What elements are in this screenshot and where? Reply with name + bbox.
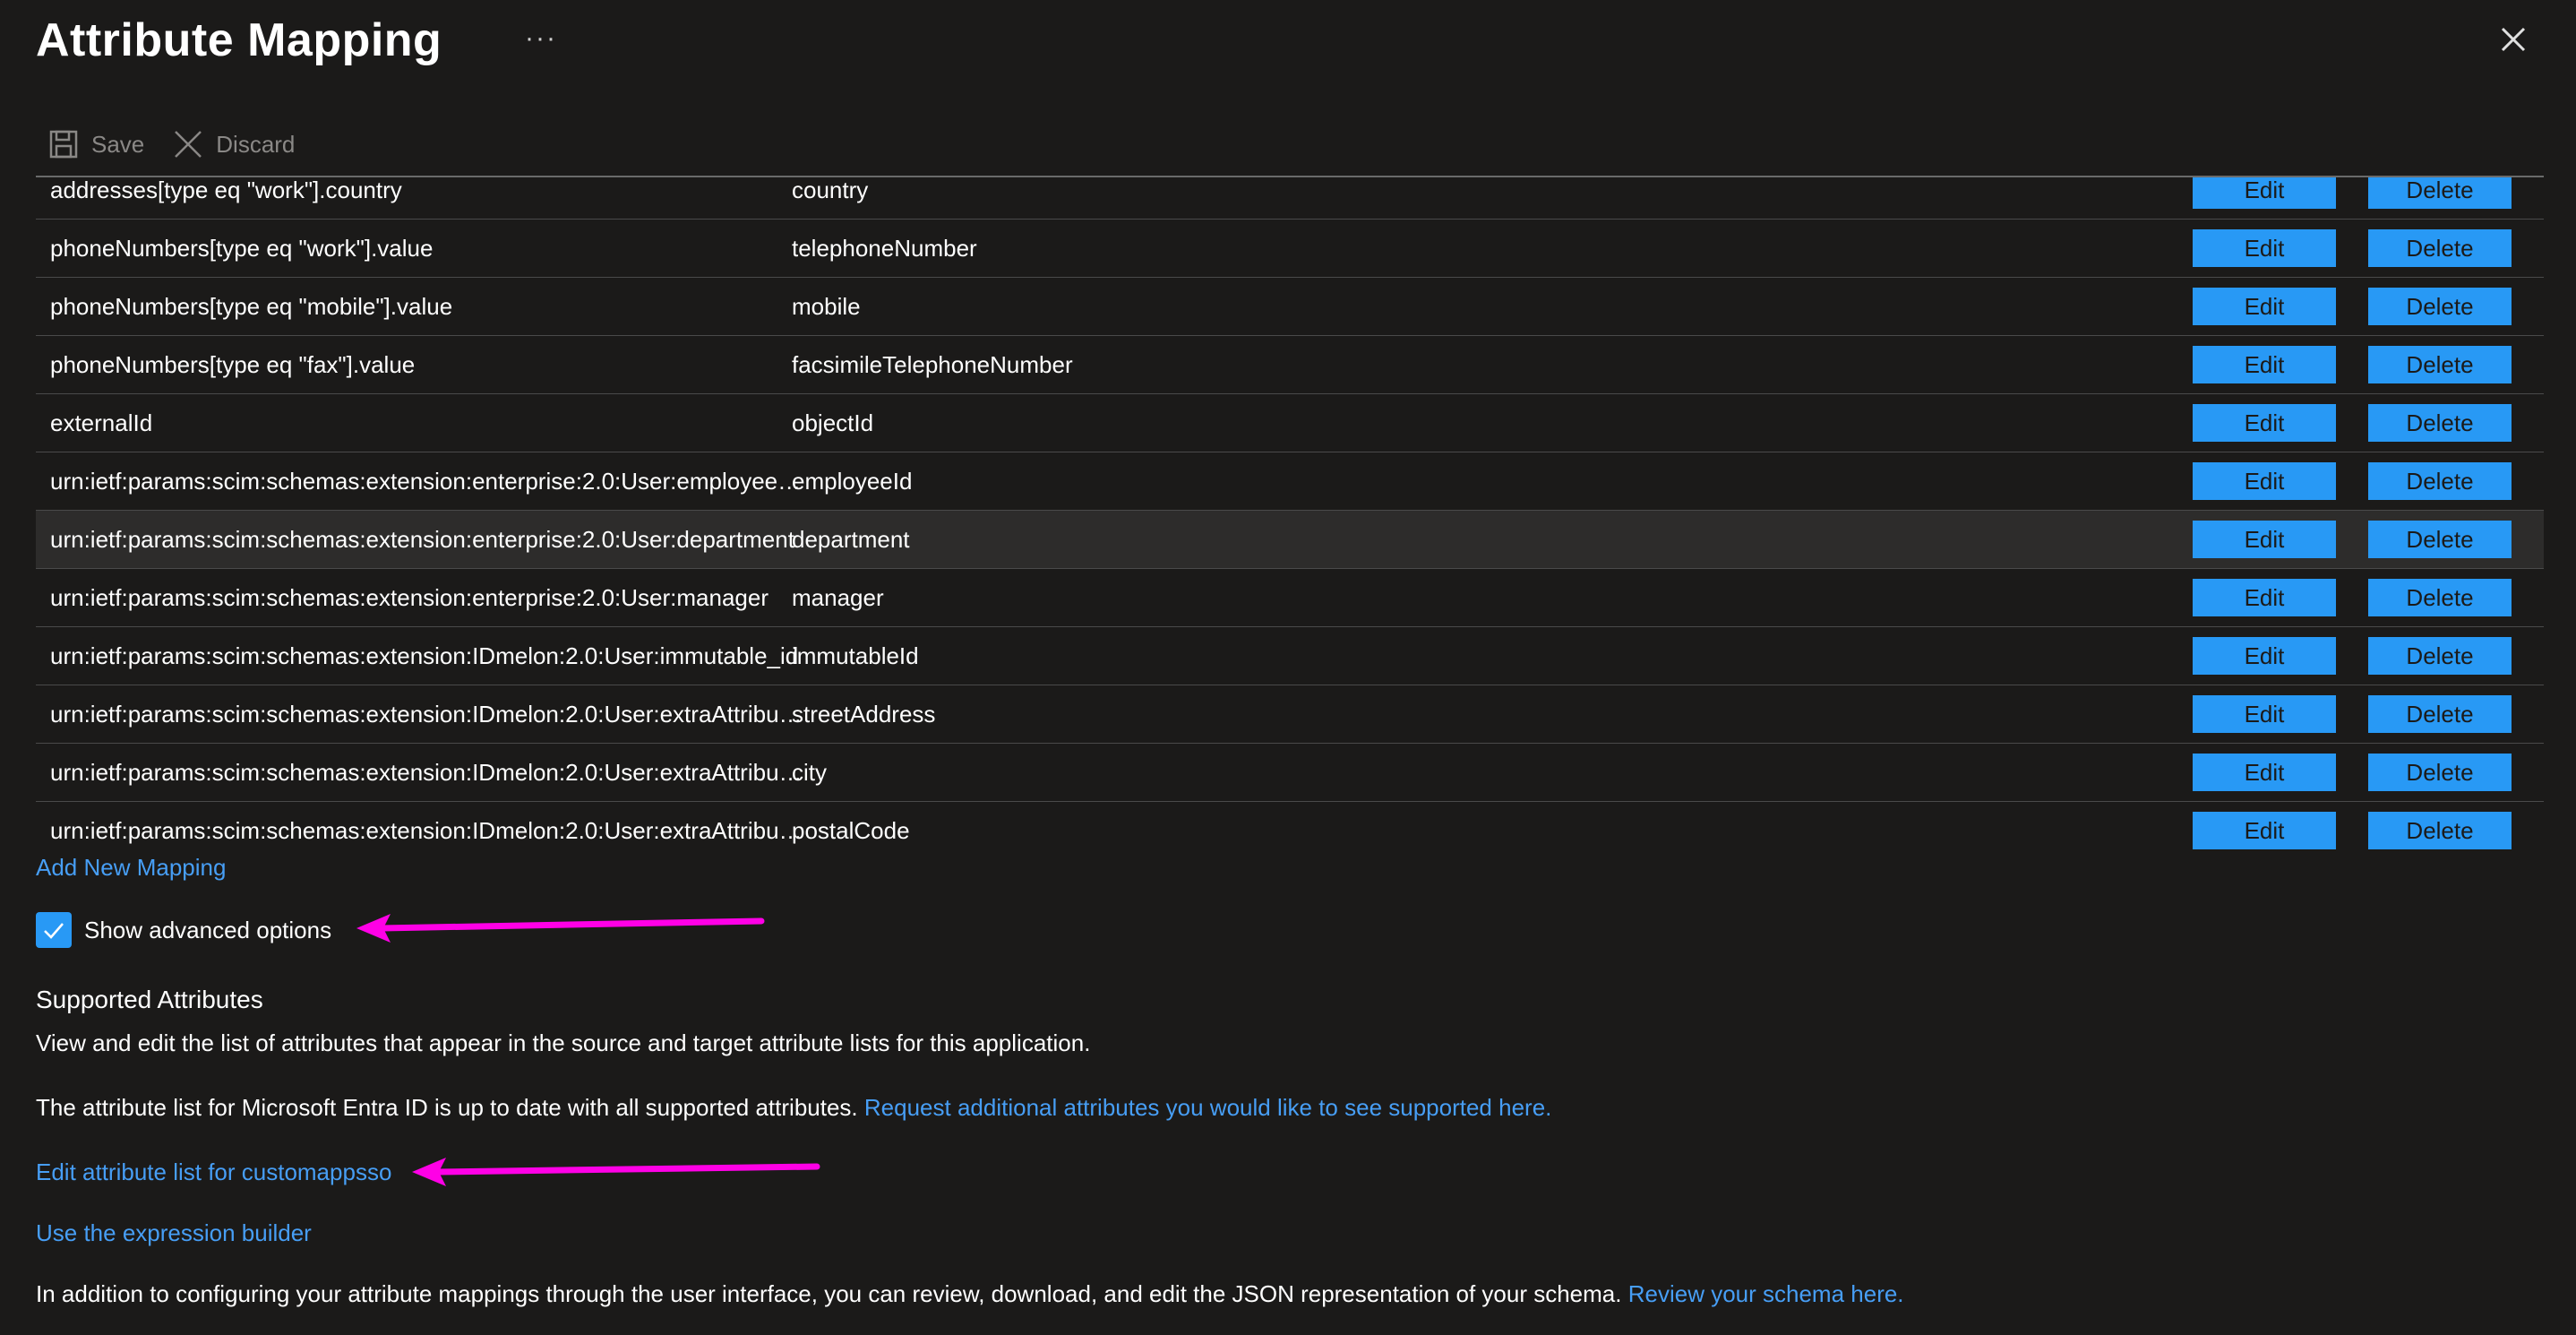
source-attribute: urn:ietf:params:scim:schemas:extension:I…	[50, 759, 803, 786]
table-row: urn:ietf:params:scim:schemas:extension:e…	[36, 511, 2544, 569]
delete-button[interactable]: Delete	[2368, 229, 2512, 267]
delete-button[interactable]: Delete	[2368, 754, 2512, 791]
page-title: Attribute Mapping	[36, 14, 442, 66]
annotation-arrow-icon	[412, 1158, 820, 1186]
edit-button[interactable]: Edit	[2193, 754, 2336, 791]
source-attribute: externalId	[50, 409, 153, 436]
delete-button[interactable]: Delete	[2368, 288, 2512, 325]
target-attribute: facsimileTelephoneNumber	[792, 351, 1073, 378]
source-attribute: urn:ietf:params:scim:schemas:extension:e…	[50, 468, 802, 495]
edit-attribute-list-link[interactable]: Edit attribute list for customappsso	[36, 1156, 391, 1188]
delete-button[interactable]: Delete	[2368, 177, 2512, 209]
supported-attributes-title: Supported Attributes	[36, 986, 263, 1013]
edit-button[interactable]: Edit	[2193, 521, 2336, 558]
table-row: urn:ietf:params:scim:schemas:extension:I…	[36, 685, 2544, 744]
source-attribute: phoneNumbers[type eq "work"].value	[50, 235, 434, 262]
checkmark-icon	[44, 923, 64, 939]
json-schema-line: In addition to configuring your attribut…	[36, 1278, 1904, 1310]
supported-description: View and edit the list of attributes tha…	[36, 1029, 1091, 1056]
target-attribute: objectId	[792, 409, 874, 436]
table-row: phoneNumbers[type eq "mobile"].value mob…	[36, 278, 2544, 336]
save-button[interactable]: Save	[48, 129, 144, 159]
annotation-arrow-icon	[356, 914, 765, 943]
source-attribute: urn:ietf:params:scim:schemas:extension:e…	[50, 584, 769, 611]
table-row: urn:ietf:params:scim:schemas:extension:e…	[36, 452, 2544, 511]
target-attribute: employeeId	[792, 468, 913, 495]
discard-button[interactable]: Discard	[173, 129, 295, 159]
discard-label: Discard	[216, 130, 296, 158]
source-attribute: urn:ietf:params:scim:schemas:extension:e…	[50, 526, 794, 553]
source-attribute: phoneNumbers[type eq "mobile"].value	[50, 293, 453, 320]
target-attribute: immutableId	[792, 642, 919, 669]
edit-button[interactable]: Edit	[2193, 812, 2336, 849]
delete-button[interactable]: Delete	[2368, 462, 2512, 500]
save-label: Save	[91, 130, 145, 158]
table-row: phoneNumbers[type eq "fax"].value facsim…	[36, 336, 2544, 394]
delete-button[interactable]: Delete	[2368, 404, 2512, 442]
table-row: addresses[type eq "work"].country countr…	[36, 177, 2544, 220]
edit-button[interactable]: Edit	[2193, 404, 2336, 442]
edit-button[interactable]: Edit	[2193, 579, 2336, 616]
table-row: urn:ietf:params:scim:schemas:extension:I…	[36, 802, 2544, 851]
delete-button[interactable]: Delete	[2368, 637, 2512, 675]
source-attribute: urn:ietf:params:scim:schemas:extension:I…	[50, 701, 803, 728]
json-schema-text: In addition to configuring your attribut…	[36, 1280, 1622, 1307]
discard-icon	[175, 131, 202, 158]
edit-button[interactable]: Edit	[2193, 346, 2336, 383]
target-attribute: city	[792, 759, 827, 786]
add-new-mapping-link[interactable]: Add New Mapping	[36, 851, 226, 883]
edit-button[interactable]: Edit	[2193, 637, 2336, 675]
toolbar: Save Discard	[48, 124, 323, 165]
expression-builder-link[interactable]: Use the expression builder	[36, 1217, 312, 1249]
show-advanced-label: Show advanced options	[84, 917, 332, 943]
target-attribute: manager	[792, 584, 884, 611]
edit-button[interactable]: Edit	[2193, 462, 2336, 500]
source-attribute: addresses[type eq "work"].country	[50, 177, 402, 203]
target-attribute: telephoneNumber	[792, 235, 977, 262]
delete-button[interactable]: Delete	[2368, 521, 2512, 558]
table-row: phoneNumbers[type eq "work"].value telep…	[36, 220, 2544, 278]
review-schema-link[interactable]: Review your schema here.	[1628, 1280, 1904, 1307]
table-row: externalId objectId Edit Delete	[36, 394, 2544, 452]
attribute-status-line: The attribute list for Microsoft Entra I…	[36, 1091, 1551, 1124]
source-attribute: urn:ietf:params:scim:schemas:extension:I…	[50, 817, 803, 844]
delete-button[interactable]: Delete	[2368, 695, 2512, 733]
target-attribute: postalCode	[792, 817, 910, 844]
delete-button[interactable]: Delete	[2368, 346, 2512, 383]
show-advanced-checkbox[interactable]	[36, 912, 72, 948]
more-options-icon[interactable]: ···	[525, 16, 557, 61]
close-icon[interactable]	[2495, 22, 2531, 57]
edit-button[interactable]: Edit	[2193, 695, 2336, 733]
edit-button[interactable]: Edit	[2193, 177, 2336, 209]
source-attribute: phoneNumbers[type eq "fax"].value	[50, 351, 416, 378]
target-attribute: streetAddress	[792, 701, 936, 728]
delete-button[interactable]: Delete	[2368, 579, 2512, 616]
attribute-mapping-page: Attribute Mapping ··· Save Discard addre…	[0, 0, 2576, 1335]
table-row: urn:ietf:params:scim:schemas:extension:I…	[36, 627, 2544, 685]
mappings-table: addresses[type eq "work"].country countr…	[36, 176, 2544, 851]
edit-button[interactable]: Edit	[2193, 229, 2336, 267]
edit-button[interactable]: Edit	[2193, 288, 2336, 325]
target-attribute: country	[792, 177, 869, 203]
table-row: urn:ietf:params:scim:schemas:extension:e…	[36, 569, 2544, 627]
target-attribute: department	[792, 526, 910, 553]
save-icon	[49, 130, 78, 159]
table-row: urn:ietf:params:scim:schemas:extension:I…	[36, 744, 2544, 802]
target-attribute: mobile	[792, 293, 861, 320]
source-attribute: urn:ietf:params:scim:schemas:extension:I…	[50, 642, 799, 669]
request-attributes-link[interactable]: Request additional attributes you would …	[864, 1094, 1551, 1121]
attribute-status-text: The attribute list for Microsoft Entra I…	[36, 1094, 858, 1121]
delete-button[interactable]: Delete	[2368, 812, 2512, 849]
